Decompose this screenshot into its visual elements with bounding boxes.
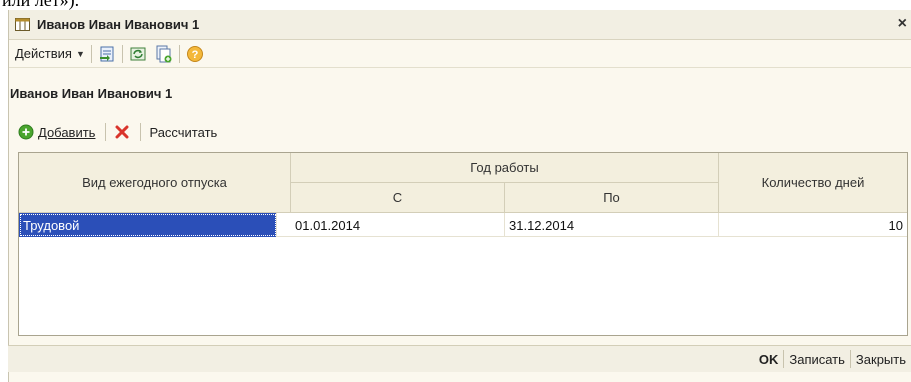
actions-menu-label: Действия [15, 46, 72, 61]
refresh-button[interactable] [125, 43, 151, 65]
cell-leave-type[interactable]: Трудовой [19, 213, 277, 237]
ok-button[interactable]: OK [754, 352, 784, 367]
help-icon: ? [186, 45, 203, 62]
column-header-label: Вид ежегодного отпуска [82, 175, 227, 190]
save-button[interactable]: Записать [784, 352, 850, 367]
table-row[interactable]: Трудовой 01.01.2014 31.12.2014 10 [19, 213, 907, 237]
calculate-label: Рассчитать [149, 124, 218, 140]
delete-row-button[interactable] [114, 124, 130, 140]
refresh-icon [130, 47, 146, 60]
column-header-work-year[interactable]: Год работы [291, 153, 719, 183]
help-button[interactable]: ? [182, 43, 208, 65]
close-icon[interactable]: × [898, 15, 907, 33]
column-header-to[interactable]: По [505, 183, 719, 213]
main-toolbar: Действия ▼ ? [9, 40, 911, 68]
toolbar-divider [90, 44, 92, 63]
dialog-button-bar: OK Записать Закрыть [8, 345, 911, 372]
arrow-in-icon [99, 46, 114, 61]
column-header-label: Год работы [470, 160, 539, 175]
column-header-label: По [603, 190, 620, 205]
column-header-label: С [392, 190, 403, 205]
leave-table: Вид ежегодного отпуска Год работы С По К… [18, 152, 908, 336]
page-title: Иванов Иван Иванович 1 [10, 86, 173, 101]
copy-add-icon [156, 45, 172, 62]
toolbar-divider [178, 44, 180, 63]
svg-text:?: ? [192, 49, 199, 61]
title-bar: Иванов Иван Иванович 1 × [9, 10, 911, 40]
close-button[interactable]: Закрыть [851, 352, 911, 367]
column-header-leave-type[interactable]: Вид ежегодного отпуска [19, 153, 291, 213]
column-header-days[interactable]: Количество дней [719, 153, 907, 213]
copy-add-button[interactable] [151, 43, 177, 65]
window-title: Иванов Иван Иванович 1 [37, 17, 200, 32]
arrow-in-button[interactable] [94, 43, 120, 65]
chevron-down-icon: ▼ [75, 48, 85, 59]
toolbar-divider [105, 123, 107, 141]
column-header-label: Количество дней [761, 175, 865, 190]
document-fragment-text: или лет»). [2, 0, 80, 10]
cell-from[interactable]: 01.01.2014 [291, 213, 505, 237]
calculate-button[interactable]: Рассчитать [149, 125, 217, 140]
toolbar-divider [140, 123, 142, 141]
table-form-icon [15, 18, 30, 31]
cell-to[interactable]: 31.12.2014 [505, 213, 719, 237]
actions-menu[interactable]: Действия ▼ [11, 43, 89, 65]
document-fragment: или лет»). [0, 0, 911, 10]
cell-days[interactable]: 10 [719, 213, 907, 237]
plus-circle-icon [18, 124, 34, 140]
add-row-label: Добавить [38, 124, 96, 140]
delete-icon [115, 125, 129, 139]
add-row-button[interactable]: Добавить [18, 124, 95, 140]
column-header-from[interactable]: С [291, 183, 505, 213]
toolbar-divider [121, 44, 123, 63]
table-toolbar: Добавить Рассчитать [18, 120, 217, 144]
